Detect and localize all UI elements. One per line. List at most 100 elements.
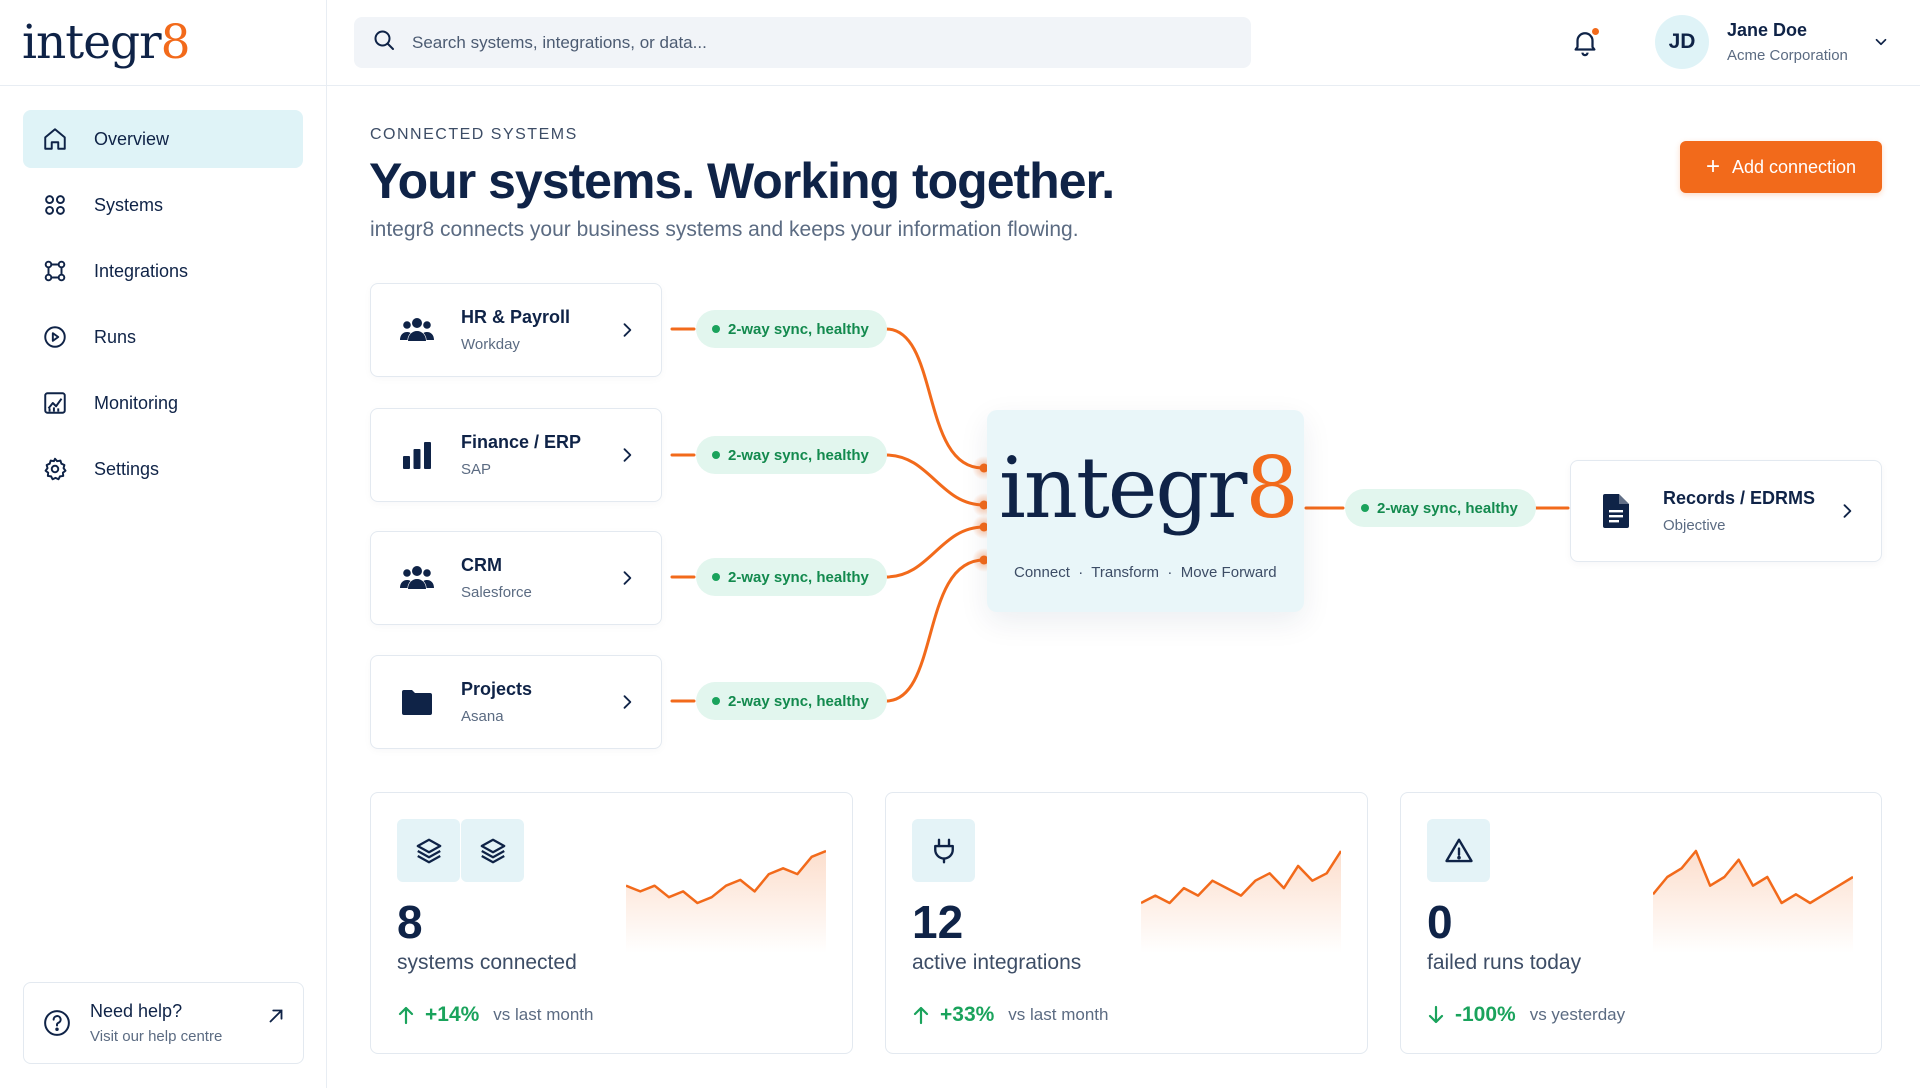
system-vendor: Workday	[461, 336, 520, 353]
user-menu[interactable]: JD Jane Doe Acme Corporation	[1655, 15, 1890, 69]
page-subtitle: integr8 connects your business systems a…	[370, 218, 1079, 241]
system-vendor: SAP	[461, 461, 492, 478]
sync-status-badge: 2-way sync, healthy	[696, 558, 887, 596]
system-name: Records / EDRMS	[1663, 488, 1816, 508]
sidebar-item-systems[interactable]: Systems	[23, 176, 303, 234]
help-icon	[42, 1008, 72, 1038]
stat-label: active integrations	[912, 951, 1082, 974]
sidebar-item-label: Integrations	[94, 260, 189, 281]
system-name: HR & Payroll	[461, 307, 571, 327]
system-card-records-edrms[interactable]: Records / EDRMS Objective	[1570, 460, 1882, 562]
chevron-right-icon	[617, 692, 637, 712]
add-connection-label: Add connection	[1731, 156, 1857, 177]
status-dot	[1361, 504, 1369, 512]
integrations-icon	[41, 257, 69, 285]
arrow-up-icon	[913, 1006, 929, 1025]
hub-logo-eight: 8	[1245, 439, 1298, 537]
stat-card-integrations[interactable]: 12 active integrations +33% vs last mont…	[885, 792, 1368, 1054]
arrow-up-icon	[398, 1006, 414, 1025]
sidebar-item-label: Systems	[94, 194, 164, 215]
stat-delta-comparison: vs last month	[1008, 1005, 1109, 1024]
integration-hub[interactable]: integr8 Connect · Transform · Move Forwa…	[987, 410, 1304, 612]
avatar: JD	[1655, 15, 1709, 69]
stat-label: systems connected	[397, 951, 577, 974]
sidebar-item-runs[interactable]: Runs	[23, 308, 303, 366]
layers-icon	[461, 819, 524, 882]
hub-logo-text: integr	[999, 439, 1247, 537]
sidebar-item-integrations[interactable]: Integrations	[23, 242, 303, 300]
stat-delta-comparison: vs yesterday	[1529, 1005, 1626, 1024]
topbar: JD Jane Doe Acme Corporation	[327, 0, 1920, 86]
logo[interactable]: integr8	[0, 0, 326, 86]
help-subtitle: Visit our help centre	[90, 1028, 223, 1045]
chart-icon	[41, 389, 69, 417]
stat-delta: +14% vs last month	[397, 1003, 593, 1027]
notification-badge	[1590, 26, 1601, 37]
stat-label: failed runs today	[1427, 951, 1582, 974]
stat-delta-percent: -100%	[1455, 1003, 1516, 1026]
user-name: Jane Doe	[1727, 20, 1808, 40]
stat-delta: +33% vs last month	[912, 1003, 1108, 1027]
system-name: CRM	[461, 555, 502, 575]
status-label: 2-way sync, healthy	[728, 320, 869, 338]
stat-sparkline	[1653, 849, 1853, 953]
system-vendor: Salesforce	[461, 584, 532, 601]
chevron-right-icon	[1837, 501, 1857, 521]
sparkline-area	[626, 851, 826, 953]
status-label: 2-way sync, healthy	[728, 568, 869, 586]
stat-delta-percent: +33%	[940, 1003, 995, 1026]
logo-eight: 8	[160, 15, 191, 70]
stat-sparkline	[626, 849, 826, 953]
folder-icon	[399, 684, 435, 720]
sidebar-item-settings[interactable]: Settings	[23, 440, 303, 498]
sidebar-item-label: Settings	[94, 458, 160, 479]
stat-sparkline	[1141, 850, 1341, 953]
arrow-down-icon	[1428, 1005, 1444, 1024]
status-label: 2-way sync, healthy	[728, 446, 869, 464]
help-card[interactable]: Need help? Visit our help centre	[23, 982, 304, 1064]
stat-value: 8	[397, 896, 423, 948]
system-card-finance-erp[interactable]: Finance / ERP SAP	[370, 408, 662, 502]
add-connection-button[interactable]: + Add connection	[1680, 141, 1882, 193]
sync-status-badge: 2-way sync, healthy	[1345, 489, 1536, 527]
status-label: 2-way sync, healthy	[1377, 499, 1518, 517]
hub-logo: integr8	[999, 446, 1299, 530]
sync-status-badge: 2-way sync, healthy	[696, 310, 887, 348]
people-icon	[399, 312, 435, 348]
search-bar[interactable]	[354, 17, 1251, 68]
system-vendor: Asana	[461, 708, 504, 725]
document-icon	[1601, 493, 1633, 529]
stat-delta-comparison: vs last month	[493, 1005, 594, 1024]
chevron-right-icon	[617, 568, 637, 588]
search-icon	[372, 28, 396, 57]
layers-icon	[397, 819, 460, 882]
sidebar-item-overview[interactable]: Overview	[23, 110, 303, 168]
external-link-icon	[265, 1005, 287, 1027]
status-dot	[712, 697, 720, 705]
sidebar-item-monitoring[interactable]: Monitoring	[23, 374, 303, 432]
stat-delta: -100% vs yesterday	[1427, 1003, 1625, 1027]
system-name: Finance / ERP	[461, 432, 582, 452]
system-card-crm[interactable]: CRM Salesforce	[370, 531, 662, 625]
page-title: Your systems. Working together.	[369, 153, 1115, 209]
status-dot	[712, 325, 720, 333]
people-icon	[399, 560, 435, 596]
search-input[interactable]	[412, 32, 1212, 53]
help-title: Need help?	[90, 1001, 183, 1021]
sync-status-badge: 2-way sync, healthy	[696, 436, 887, 474]
plus-icon: +	[1705, 153, 1720, 180]
chevron-right-icon	[617, 320, 637, 340]
system-vendor: Objective	[1663, 517, 1726, 534]
system-card-projects[interactable]: Projects Asana	[370, 655, 662, 749]
system-card-hr-payroll[interactable]: HR & Payroll Workday	[370, 283, 662, 377]
stat-card-failed-runs[interactable]: 0 failed runs today -100% vs yesterday	[1400, 792, 1882, 1054]
grid-icon	[41, 191, 69, 219]
stat-card-systems[interactable]: 8 systems connected +14% vs last month	[370, 792, 853, 1054]
chevron-right-icon	[617, 445, 637, 465]
hub-tagline: Connect · Transform · Move Forward	[1014, 564, 1277, 581]
section-eyebrow: CONNECTED SYSTEMS	[370, 126, 578, 143]
gear-icon	[41, 455, 69, 483]
stat-value: 0	[1427, 896, 1453, 948]
notifications-button[interactable]	[1570, 26, 1602, 60]
sidebar-item-label: Overview	[94, 128, 170, 149]
